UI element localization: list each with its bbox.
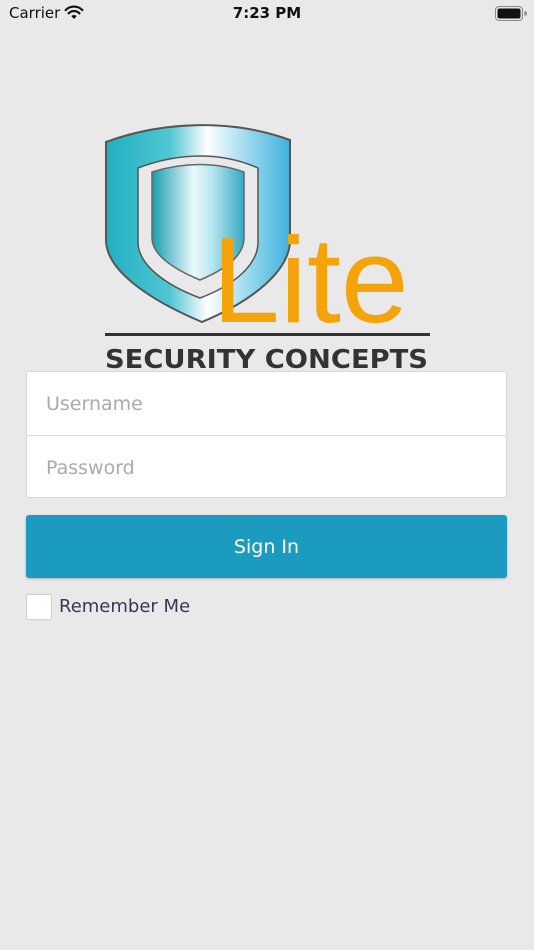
remember-me-checkbox[interactable] <box>26 594 52 620</box>
sign-in-button[interactable]: Sign In <box>26 515 507 578</box>
logo-word: Lite <box>212 212 409 348</box>
app-logo: Lite SECURITY CONCEPTS <box>100 120 440 375</box>
shield-icon: Lite SECURITY CONCEPTS <box>105 124 430 375</box>
logo-tagline: SECURITY CONCEPTS <box>105 345 428 372</box>
login-form <box>26 371 507 499</box>
battery-icon <box>495 6 527 25</box>
remember-me-label[interactable]: Remember Me <box>59 596 190 617</box>
status-bar: Carrier 7:23 PM <box>0 0 534 28</box>
status-time: 7:23 PM <box>232 4 302 22</box>
username-input[interactable] <box>27 372 506 435</box>
password-input[interactable] <box>27 436 506 499</box>
